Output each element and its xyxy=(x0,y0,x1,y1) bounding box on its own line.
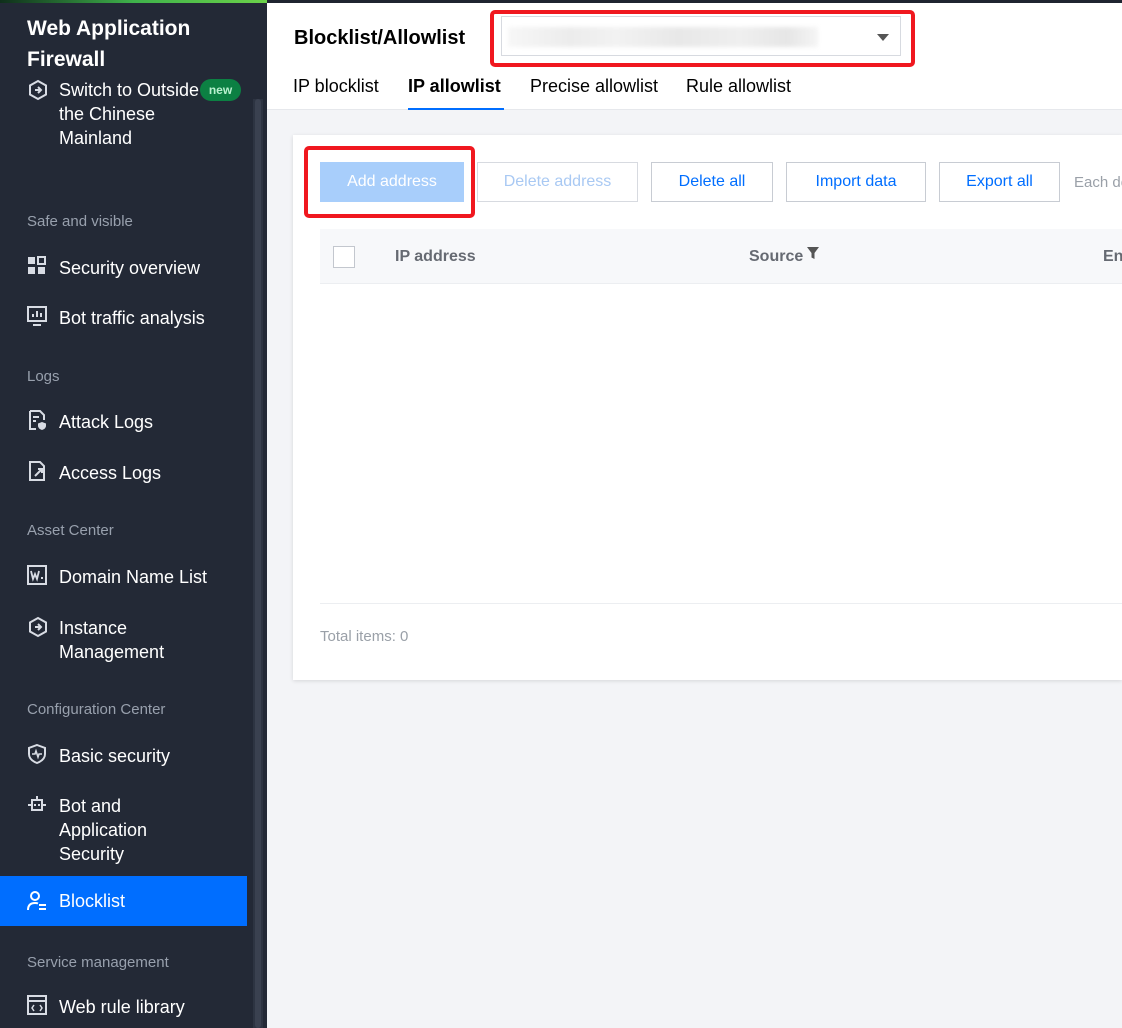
group-title-service: Service management xyxy=(27,954,169,971)
sidebar-item-label: Basic security xyxy=(59,746,171,766)
page-title: Blocklist/Allowlist xyxy=(294,27,466,49)
sidebar-item-basic-security[interactable]: Basic security xyxy=(0,737,247,781)
domain-icon xyxy=(27,565,49,587)
user-list-icon xyxy=(27,890,49,912)
sidebar-item-label: Bot traffic analysis xyxy=(59,308,205,328)
highlight-add-address xyxy=(304,146,475,218)
export-all-button[interactable]: Export all xyxy=(939,162,1060,202)
table-footer-divider xyxy=(320,603,1122,604)
grid-icon xyxy=(27,256,49,278)
sidebar-item-attack-logs[interactable]: Attack Logs xyxy=(0,403,247,447)
switch-icon xyxy=(27,79,49,101)
tab-rule-allowlist[interactable]: Rule allowlist xyxy=(686,76,791,97)
sidebar-item-instance-management[interactable]: Instance Management xyxy=(0,608,247,664)
sidebar: Web Application Firewall Switch to Outsi… xyxy=(0,3,267,1028)
active-tab-indicator xyxy=(408,108,504,110)
sidebar-item-label: Switch to Outside the Chinese Mainland xyxy=(59,80,200,148)
library-icon xyxy=(27,995,49,1017)
column-enabled-truncated: En xyxy=(1103,248,1122,265)
tab-ip-blocklist[interactable]: IP blocklist xyxy=(293,76,379,97)
log-shield-icon xyxy=(27,410,49,432)
sidebar-item-security-overview[interactable]: Security overview xyxy=(0,249,247,293)
log-access-icon xyxy=(27,461,49,483)
sidebar-item-label: Security overview xyxy=(59,258,201,278)
sidebar-item-label: Attack Logs xyxy=(59,412,154,432)
monitor-chart-icon xyxy=(27,306,49,328)
group-title-config: Configuration Center xyxy=(27,701,166,718)
group-title-logs: Logs xyxy=(27,368,60,385)
tab-precise-allowlist[interactable]: Precise allowlist xyxy=(530,76,658,97)
total-items: Total items: 0 xyxy=(320,628,409,645)
column-source: Source xyxy=(749,248,804,265)
sidebar-item-web-rule-library[interactable]: Web rule library xyxy=(0,990,247,1028)
sidebar-item-label: Access Logs xyxy=(59,463,162,483)
instance-icon xyxy=(27,616,49,638)
new-badge: new xyxy=(200,79,241,101)
sidebar-item-domain-list[interactable]: Domain Name List xyxy=(0,558,247,602)
shield-icon xyxy=(27,743,49,766)
column-ip-address: IP address xyxy=(395,248,476,265)
group-title-safe: Safe and visible xyxy=(27,213,133,230)
toolbar-hint-text: Each de xyxy=(1074,174,1122,191)
sidebar-item-label: Blocklist xyxy=(59,891,126,911)
brand-title: Web Application Firewall xyxy=(27,17,191,71)
group-title-asset: Asset Center xyxy=(27,522,114,539)
sidebar-item-bot-app-security[interactable]: Bot and Application Security xyxy=(0,787,247,867)
sidebar-item-blocklist[interactable]: Blocklist xyxy=(0,876,247,926)
import-data-button[interactable]: Import data xyxy=(786,162,926,202)
filter-icon[interactable] xyxy=(806,246,820,260)
sidebar-item-label: Web rule library xyxy=(59,997,185,1017)
delete-all-button[interactable]: Delete all xyxy=(651,162,773,202)
sidebar-item-label: Instance Management xyxy=(59,618,165,662)
tab-ip-allowlist[interactable]: IP allowlist xyxy=(408,76,501,97)
bot-icon xyxy=(27,795,49,817)
sidebar-item-bot-traffic[interactable]: Bot traffic analysis xyxy=(0,299,247,343)
select-all-checkbox[interactable] xyxy=(333,246,355,268)
sidebar-scrollbar[interactable] xyxy=(253,99,263,1028)
sidebar-item-label: Bot and Application Security xyxy=(59,796,148,864)
delete-address-button[interactable]: Delete address xyxy=(477,162,638,202)
sidebar-item-label: Domain Name List xyxy=(59,567,208,587)
sidebar-item-access-logs[interactable]: Access Logs xyxy=(0,454,247,498)
highlight-instance-select xyxy=(490,10,915,67)
